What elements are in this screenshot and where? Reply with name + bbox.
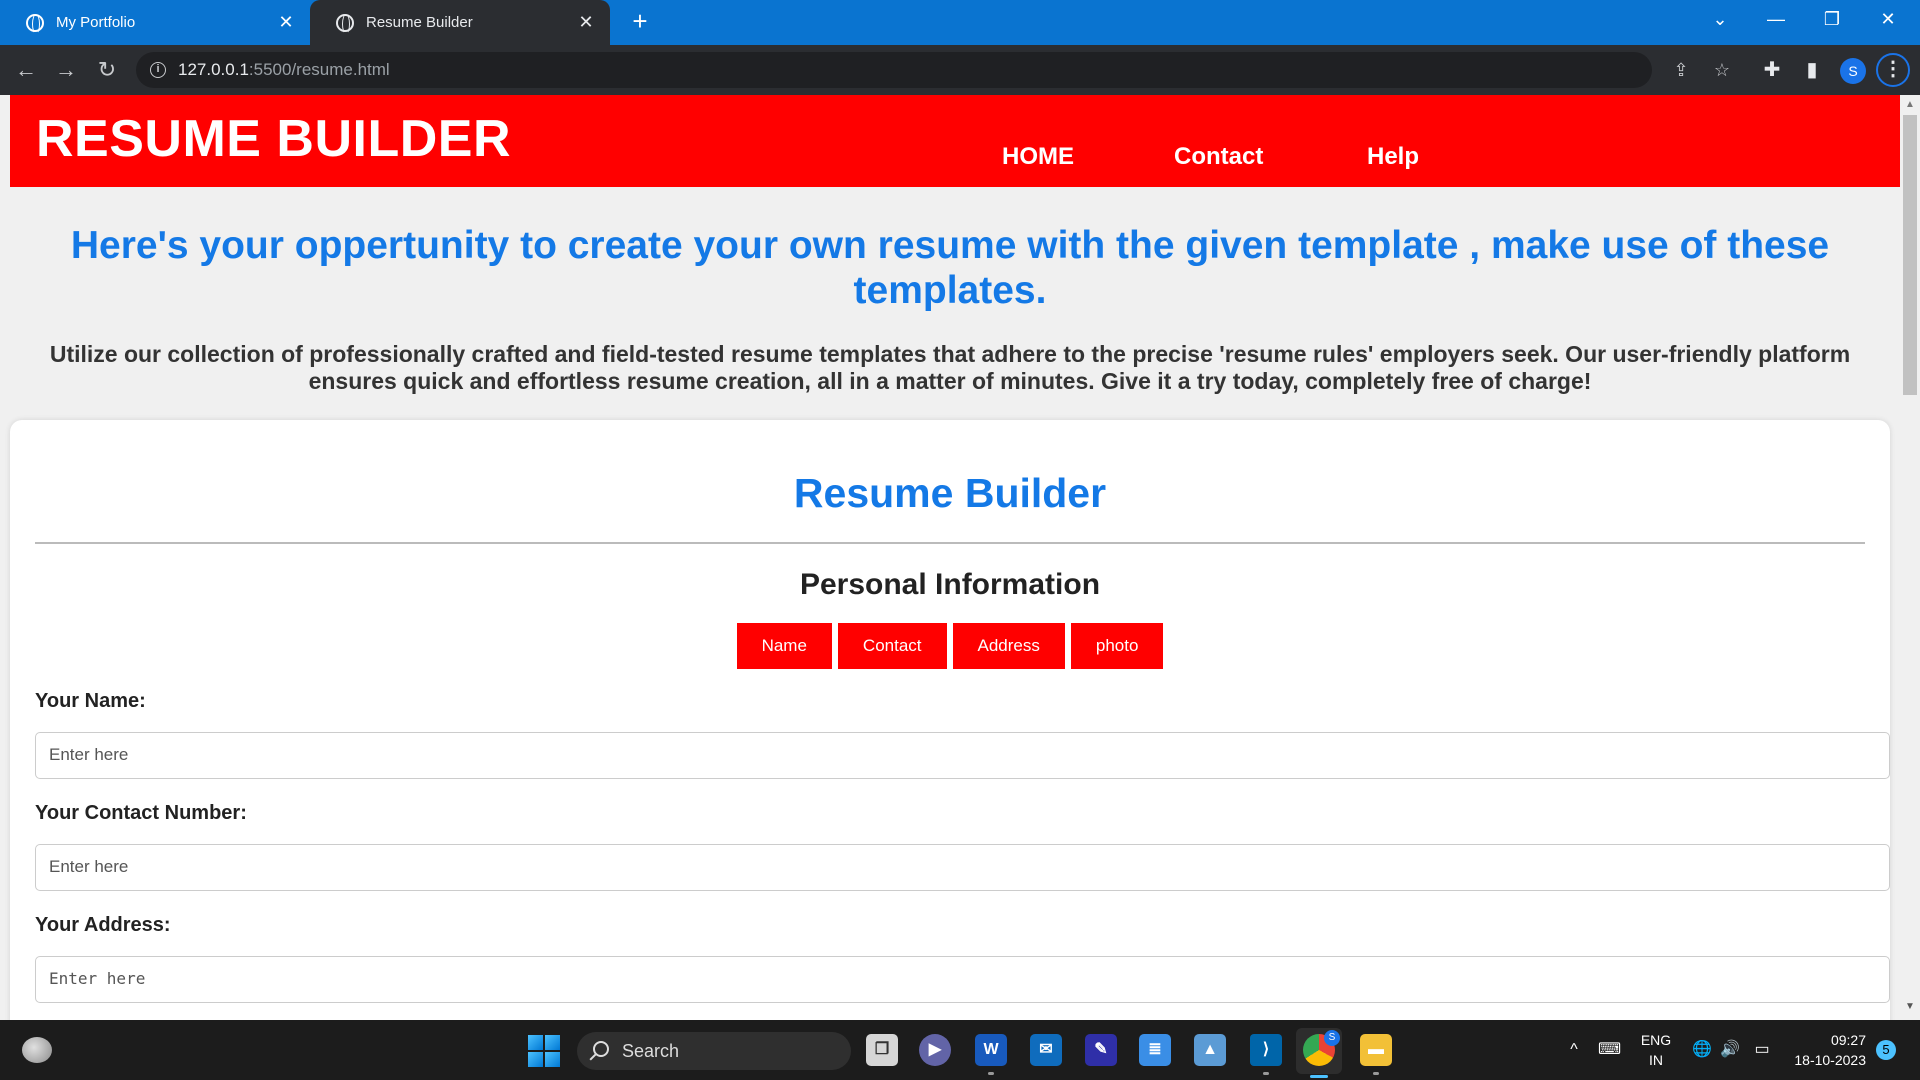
keyboard-icon[interactable]: ⌨ <box>1598 1040 1621 1060</box>
word-app-icon[interactable]: W <box>975 1034 1007 1066</box>
kebab-menu-icon[interactable]: ⋮ <box>1876 53 1910 87</box>
scroll-up-arrow-icon[interactable]: ▲ <box>1900 99 1920 113</box>
resume-form-card: Resume Builder Personal Information Name… <box>10 420 1890 1020</box>
close-tab-icon[interactable]: ✕ <box>276 12 296 33</box>
tab-title: My Portfolio <box>56 14 136 31</box>
contact-number-input[interactable]: Enter here <box>35 844 1890 891</box>
notepad-app-icon[interactable]: ≣ <box>1139 1034 1171 1066</box>
contact-tab-button[interactable]: Contact <box>837 623 947 669</box>
running-indicator <box>1373 1072 1379 1075</box>
windows-taskbar: Search ❐ ▶ W ✉ ✎ ≣ ▲ ⟩ S ▬ ^ ⌨ ENG IN 🌐 … <box>0 1020 1920 1080</box>
forward-arrow-icon[interactable]: → <box>50 54 82 86</box>
notification-badge[interactable]: 5 <box>1876 1040 1896 1060</box>
tab-search-icon[interactable]: ⌄ <box>1692 0 1748 40</box>
address-label: Your Address: <box>35 914 171 936</box>
photo-tab-button[interactable]: photo <box>1070 623 1164 669</box>
name-tab-button[interactable]: Name <box>736 623 832 669</box>
site-header: RESUME BUILDER HOME Contact Help <box>10 95 1900 187</box>
language-indicator[interactable]: ENG <box>1638 1032 1674 1048</box>
nav-link-contact[interactable]: Contact <box>1174 143 1263 171</box>
address-textarea[interactable]: Enter here <box>35 956 1890 1003</box>
reload-icon[interactable]: ↻ <box>91 54 123 86</box>
task-view-icon[interactable]: ❐ <box>866 1034 898 1066</box>
hero-description: Utilize our collection of professionally… <box>49 341 1851 394</box>
contact-number-label: Your Contact Number: <box>35 802 247 824</box>
divider <box>35 542 1865 544</box>
section-title: Personal Information <box>799 568 1101 601</box>
vscode-app-icon[interactable]: ⟩ <box>1250 1034 1282 1066</box>
close-window-button[interactable]: ✕ <box>1860 0 1916 40</box>
section-tab-buttons: Name Contact Address photo <box>10 623 1890 669</box>
url-text: 127.0.0.1:5500/resume.html <box>178 60 390 79</box>
region-indicator[interactable]: IN <box>1638 1052 1674 1068</box>
browser-toolbar: ← → ↻ i 127.0.0.1:5500/resume.html ⇪ ☆ ✚… <box>0 45 1920 95</box>
browser-tab-bar: My Portfolio ✕ Resume Builder ✕ + ⌄ — ❐ … <box>0 0 1920 45</box>
scroll-down-arrow-icon[interactable]: ▼ <box>1900 1001 1920 1015</box>
tab-resume-builder[interactable]: Resume Builder ✕ <box>310 0 610 45</box>
clock-date[interactable]: 18-10-2023 <box>1786 1052 1866 1068</box>
card-title: Resume Builder <box>793 470 1107 516</box>
nav-link-help[interactable]: Help <box>1367 143 1419 171</box>
globe-icon <box>336 13 354 34</box>
running-indicator <box>988 1072 994 1075</box>
side-panel-icon[interactable]: ▮ <box>1798 56 1826 84</box>
search-icon <box>593 1041 609 1057</box>
close-tab-icon[interactable]: ✕ <box>576 12 596 33</box>
chrome-profile-badge: S <box>1324 1030 1340 1046</box>
clock-time[interactable]: 09:27 <box>1786 1032 1866 1048</box>
active-app-indicator <box>1310 1075 1328 1078</box>
taskbar-search[interactable]: Search <box>577 1032 851 1070</box>
weather-widget-icon[interactable] <box>22 1037 52 1063</box>
back-arrow-icon[interactable]: ← <box>10 54 42 86</box>
network-globe-icon[interactable]: 🌐 <box>1692 1040 1712 1060</box>
name-input[interactable]: Enter here <box>35 732 1890 779</box>
photos-app-icon[interactable]: ▲ <box>1194 1034 1226 1066</box>
bookmark-star-icon[interactable]: ☆ <box>1711 60 1733 82</box>
file-explorer-icon[interactable]: ▬ <box>1360 1034 1392 1066</box>
new-tab-button[interactable]: + <box>624 6 656 38</box>
vertical-scrollbar[interactable]: ▲ ▼ <box>1900 95 1920 1020</box>
extensions-puzzle-icon[interactable]: ✚ <box>1758 56 1786 84</box>
minimize-button[interactable]: — <box>1748 0 1804 40</box>
nav-link-home[interactable]: HOME <box>1002 143 1074 171</box>
tab-my-portfolio[interactable]: My Portfolio ✕ <box>0 0 310 45</box>
mail-app-icon[interactable]: ✉ <box>1030 1034 1062 1066</box>
hero-heading: Here's your oppertunity to create your o… <box>70 224 1830 312</box>
teams-chat-icon[interactable]: ▶ <box>919 1034 951 1066</box>
restore-button[interactable]: ❐ <box>1804 0 1860 40</box>
page-viewport: RESUME BUILDER HOME Contact Help Here's … <box>0 95 1900 1020</box>
site-info-icon[interactable]: i <box>150 62 166 78</box>
scrollbar-thumb[interactable] <box>1903 115 1917 395</box>
globe-icon <box>26 13 44 34</box>
pen-app-icon[interactable]: ✎ <box>1085 1034 1117 1066</box>
chevron-up-icon[interactable]: ^ <box>1564 1040 1584 1060</box>
running-indicator <box>1263 1072 1269 1075</box>
name-label: Your Name: <box>35 690 146 712</box>
site-logo-title: RESUME BUILDER <box>36 110 512 168</box>
profile-avatar[interactable]: S <box>1840 58 1866 84</box>
address-tab-button[interactable]: Address <box>952 623 1065 669</box>
search-label: Search <box>622 1041 680 1061</box>
windows-start-icon[interactable] <box>528 1035 560 1067</box>
address-bar[interactable]: i 127.0.0.1:5500/resume.html ⇪ ☆ <box>136 52 1730 88</box>
battery-icon[interactable]: ▭ <box>1752 1040 1772 1060</box>
volume-icon[interactable]: 🔊 <box>1720 1040 1740 1060</box>
tab-title: Resume Builder <box>366 14 473 31</box>
share-icon[interactable]: ⇪ <box>1670 60 1692 82</box>
